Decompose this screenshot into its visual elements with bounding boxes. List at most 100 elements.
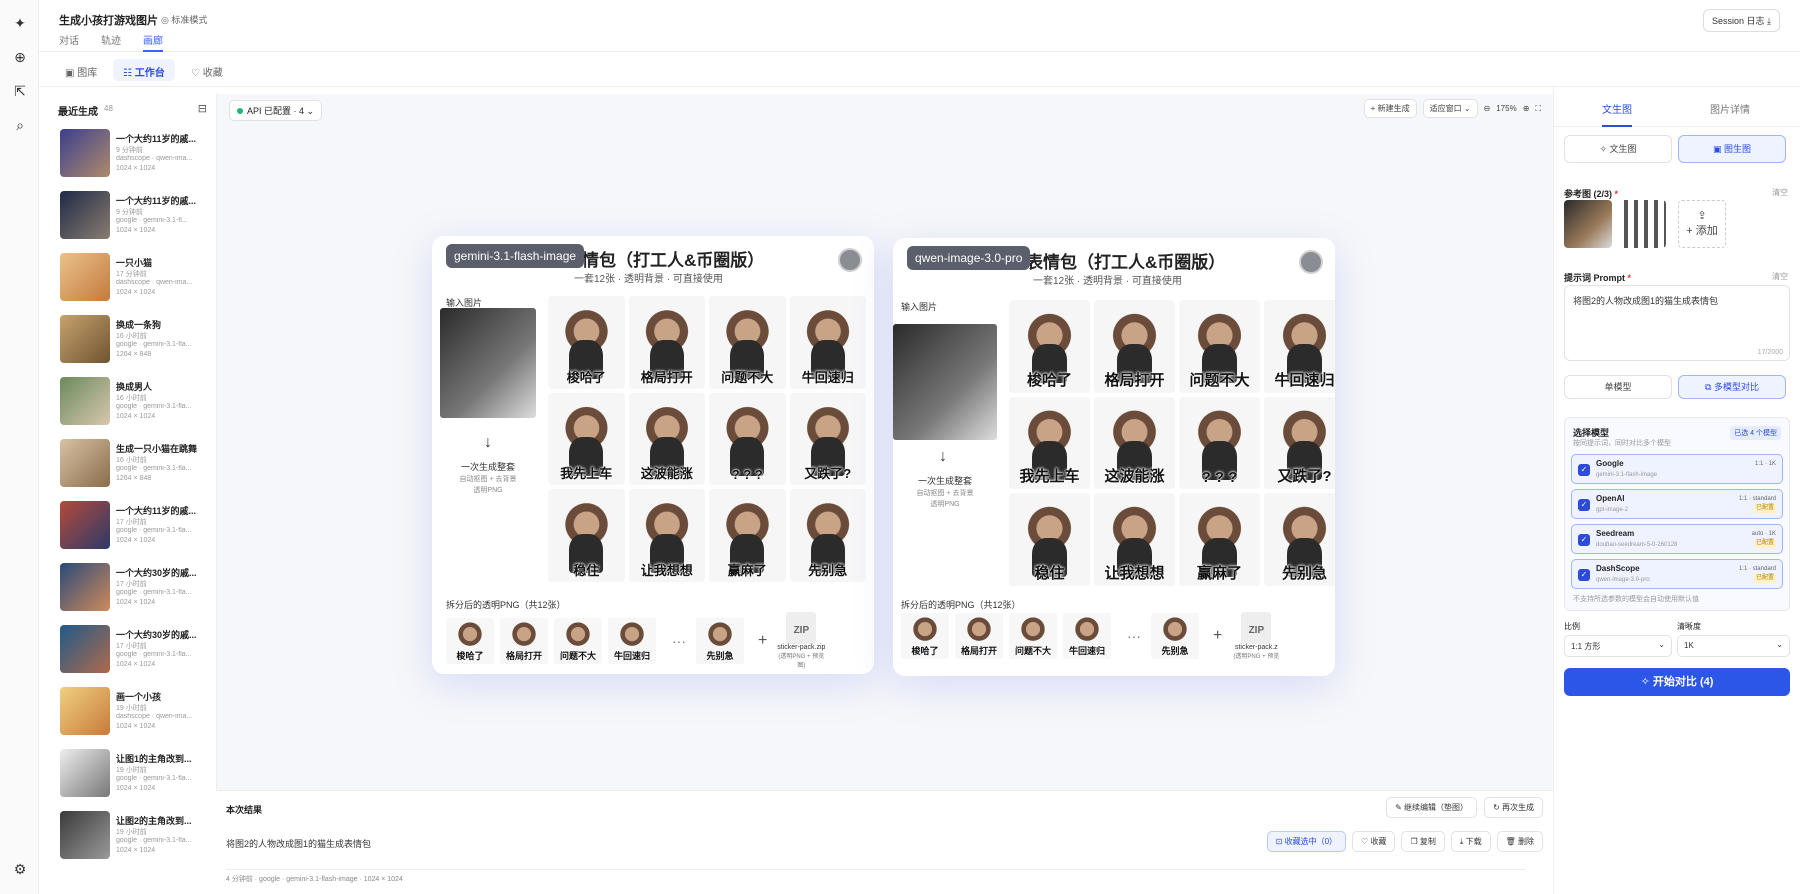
search-icon[interactable]: ⌕	[11, 116, 29, 134]
checkbox-checked-icon[interactable]: ✓	[1578, 499, 1590, 511]
sticker-tile[interactable]: 梭哈了	[548, 296, 625, 389]
sticker-tile[interactable]: 先别急	[789, 489, 866, 582]
add-reference-button[interactable]: ⇪ + 添加	[1678, 200, 1726, 248]
logo-icon[interactable]: ✦	[11, 14, 29, 32]
sticker-tile[interactable]: ? ? ?	[709, 392, 786, 486]
fit-window-button[interactable]: 适应窗口 ⌄	[1422, 99, 1478, 118]
split-sticker[interactable]: 格局打开	[955, 613, 1003, 659]
tab-trace[interactable]: 轨迹	[101, 32, 121, 52]
regenerate-button[interactable]: ↻ 再次生成	[1484, 797, 1543, 818]
reference-image-1[interactable]	[1564, 200, 1612, 248]
split-sticker[interactable]: 先别急	[696, 617, 744, 664]
collapse-icon[interactable]: ⊟	[198, 102, 207, 115]
list-item[interactable]: 一个大约11岁的戚... 9 分钟前 google · gemini-3.1-fl.…	[48, 184, 213, 246]
sticker-tile[interactable]: 格局打开	[628, 296, 705, 389]
session-log-button[interactable]: Session 日志 ⤓	[1703, 9, 1780, 32]
view-tab-workbench[interactable]: ☷ 工作台	[113, 59, 175, 81]
list-item[interactable]: 画一个小孩 19 小时前 dashscope · qwen-ima... 1024 ×…	[48, 680, 213, 742]
prompt-clear-button[interactable]: 清空	[1772, 271, 1788, 282]
view-tab-library[interactable]: ▣ 图库	[55, 59, 107, 81]
view-tab-favorites[interactable]: ♡ 收藏	[181, 59, 233, 81]
sticker-tile[interactable]: 稳住	[548, 489, 625, 582]
zip-download[interactable]: ZIP sticker-pack.z (透明PNG + 预览	[1230, 612, 1282, 660]
split-sticker[interactable]: 牛回速归	[608, 617, 656, 664]
sticker-tile[interactable]: 梭哈了	[1009, 300, 1090, 393]
model-option-dashscope[interactable]: ✓ DashScope qwen-image-3.0-pro 1:1 · standa…	[1571, 559, 1783, 589]
split-sticker[interactable]: 问题不大	[1009, 613, 1057, 659]
list-item[interactable]: 换成一条狗 16 小时前 google · gemini-3.1-fla... 126…	[48, 308, 213, 370]
list-item[interactable]: 生成一只小猫在跳舞 16 小时前 google · gemini-3.1-fla..…	[48, 432, 213, 494]
sticker-tile[interactable]: 牛回速归	[1264, 300, 1335, 393]
list-item[interactable]: 换成男人 16 小时前 google · gemini-3.1-fla... 1024…	[48, 370, 213, 432]
list-item[interactable]: 一只小猫 17 分钟前 dashscope · qwen-ima... 1024 × …	[48, 246, 213, 308]
new-generation-button[interactable]: + 新建生成	[1363, 99, 1417, 118]
select-circle-icon[interactable]	[1299, 250, 1323, 274]
zoom-out-icon[interactable]: ⊖	[1484, 104, 1491, 113]
download-button[interactable]: ⤓ 下载	[1450, 831, 1491, 852]
export-icon[interactable]: ⇱	[11, 82, 29, 100]
list-item[interactable]: 让图2的主角改到... 19 小时前 google · gemini-3.1-fla…	[48, 804, 213, 866]
select-circle-icon[interactable]	[838, 248, 862, 272]
ratio-select[interactable]: 1:1 方形 ⌄	[1564, 635, 1672, 657]
result-card-gemini[interactable]: gemini-3.1-flash-image 情包（打工人&币圈版） 一套12张 ·…	[432, 236, 874, 674]
split-sticker[interactable]: 问题不大	[554, 617, 602, 664]
sticker-tile[interactable]: 我先上车	[1009, 396, 1090, 490]
sticker-tile[interactable]: 牛回速归	[789, 296, 866, 389]
mode-image-to-image[interactable]: ▣ 图生图	[1678, 135, 1786, 163]
checkbox-checked-icon[interactable]: ✓	[1578, 534, 1590, 546]
list-item[interactable]: 一个大约11岁的戚... 17 小时前 google · gemini-3.1-fl…	[48, 494, 213, 556]
mode-text-to-image[interactable]: ✧ 文生图	[1564, 135, 1672, 163]
resolution-select[interactable]: 1K ⌄	[1677, 635, 1790, 657]
list-item[interactable]: 一个大约11岁的戚... 9 分钟前 dashscope · qwen-ima...…	[48, 122, 213, 184]
ref-clear-button[interactable]: 清空	[1772, 187, 1788, 198]
sticker-tile[interactable]: 这波能涨	[628, 392, 705, 486]
tab-gallery[interactable]: 画廊	[143, 32, 163, 52]
sticker-tile[interactable]: 又跌了?	[789, 392, 866, 486]
split-sticker[interactable]: 梭哈了	[446, 617, 494, 664]
checkbox-checked-icon[interactable]: ✓	[1578, 464, 1590, 476]
sticker-tile[interactable]: 先别急	[1264, 493, 1335, 586]
zoom-in-icon[interactable]: ⊕	[1523, 104, 1530, 113]
favorite-selected-button[interactable]: ⊡ 收藏选中（0）	[1266, 831, 1347, 852]
mode-multi-model[interactable]: ⧉ 多模型对比	[1678, 375, 1786, 399]
reference-image-2[interactable]	[1618, 200, 1666, 248]
api-status-badge[interactable]: API 已配置 · 4 ⌄	[229, 100, 323, 121]
continue-edit-button[interactable]: ✎ 继续编辑（垫图）	[1386, 797, 1477, 818]
sticker-tile[interactable]: 赢麻了	[709, 489, 786, 582]
sticker-tile[interactable]: 赢麻了	[1179, 493, 1260, 586]
sticker-tile[interactable]: 我先上车	[548, 392, 625, 486]
canvas-area[interactable]: API 已配置 · 4 ⌄ + 新建生成 适应窗口 ⌄ ⊖ 175% ⊕ ⛶ g…	[216, 94, 1553, 790]
new-chat-icon[interactable]: ⊕	[11, 48, 29, 66]
sticker-tile[interactable]: 问题不大	[709, 296, 786, 389]
list-item[interactable]: 一个大约30岁的戚... 17 小时前 google · gemini-3.1-fl…	[48, 556, 213, 618]
sticker-tile[interactable]: 又跌了?	[1264, 396, 1335, 490]
sticker-tile[interactable]: 问题不大	[1179, 300, 1260, 393]
mode-single-model[interactable]: 单模型	[1564, 375, 1672, 399]
prompt-textarea[interactable]: 将图2的人物改成图1的猫生成表情包 17/2000	[1564, 285, 1790, 361]
sticker-tile[interactable]: ? ? ?	[1179, 396, 1260, 490]
tab-text-to-image[interactable]: 文生图	[1602, 101, 1632, 127]
split-sticker[interactable]: 先别急	[1151, 613, 1199, 659]
sticker-tile[interactable]: 格局打开	[1094, 300, 1175, 393]
zip-download[interactable]: ZIP sticker-pack.zip (透明PNG + 预览图)	[775, 612, 827, 669]
tab-image-detail[interactable]: 图片详情	[1710, 101, 1750, 116]
delete-button[interactable]: 🗑 删除	[1496, 831, 1543, 852]
model-option-google[interactable]: ✓ Google gemini-3.1-flash-image 1:1 · 1K	[1571, 454, 1783, 484]
start-compare-button[interactable]: ✧ 开始对比 (4)	[1564, 668, 1790, 696]
sticker-tile[interactable]: 让我想想	[1094, 493, 1175, 586]
checkbox-checked-icon[interactable]: ✓	[1578, 569, 1590, 581]
sticker-tile[interactable]: 这波能涨	[1094, 396, 1175, 490]
split-sticker[interactable]: 牛回速归	[1063, 613, 1111, 659]
model-option-openai[interactable]: ✓ OpenAI gpt-image-2 1:1 · standard 已配置	[1571, 489, 1783, 519]
list-item[interactable]: 一个大约30岁的戚... 17 小时前 google · gemini-3.1-fl…	[48, 618, 213, 680]
model-option-seedream[interactable]: ✓ Seedream doubao-seedream-5-0-260128 auto …	[1571, 524, 1783, 554]
split-sticker[interactable]: 梭哈了	[901, 613, 949, 659]
fullscreen-icon[interactable]: ⛶	[1535, 104, 1541, 114]
tab-chat[interactable]: 对话	[59, 32, 79, 52]
sticker-tile[interactable]: 让我想想	[628, 489, 705, 582]
copy-button[interactable]: ❐ 复制	[1401, 831, 1445, 852]
settings-icon[interactable]: ⚙	[11, 860, 29, 878]
list-item[interactable]: 让图1的主角改到... 19 小时前 google · gemini-3.1-fla…	[48, 742, 213, 804]
result-card-qwen[interactable]: qwen-image-3.0-pro 漫画猫表情包（打工人&币圈版） 一套12张 ·…	[893, 238, 1335, 676]
split-sticker[interactable]: 格局打开	[500, 617, 548, 664]
